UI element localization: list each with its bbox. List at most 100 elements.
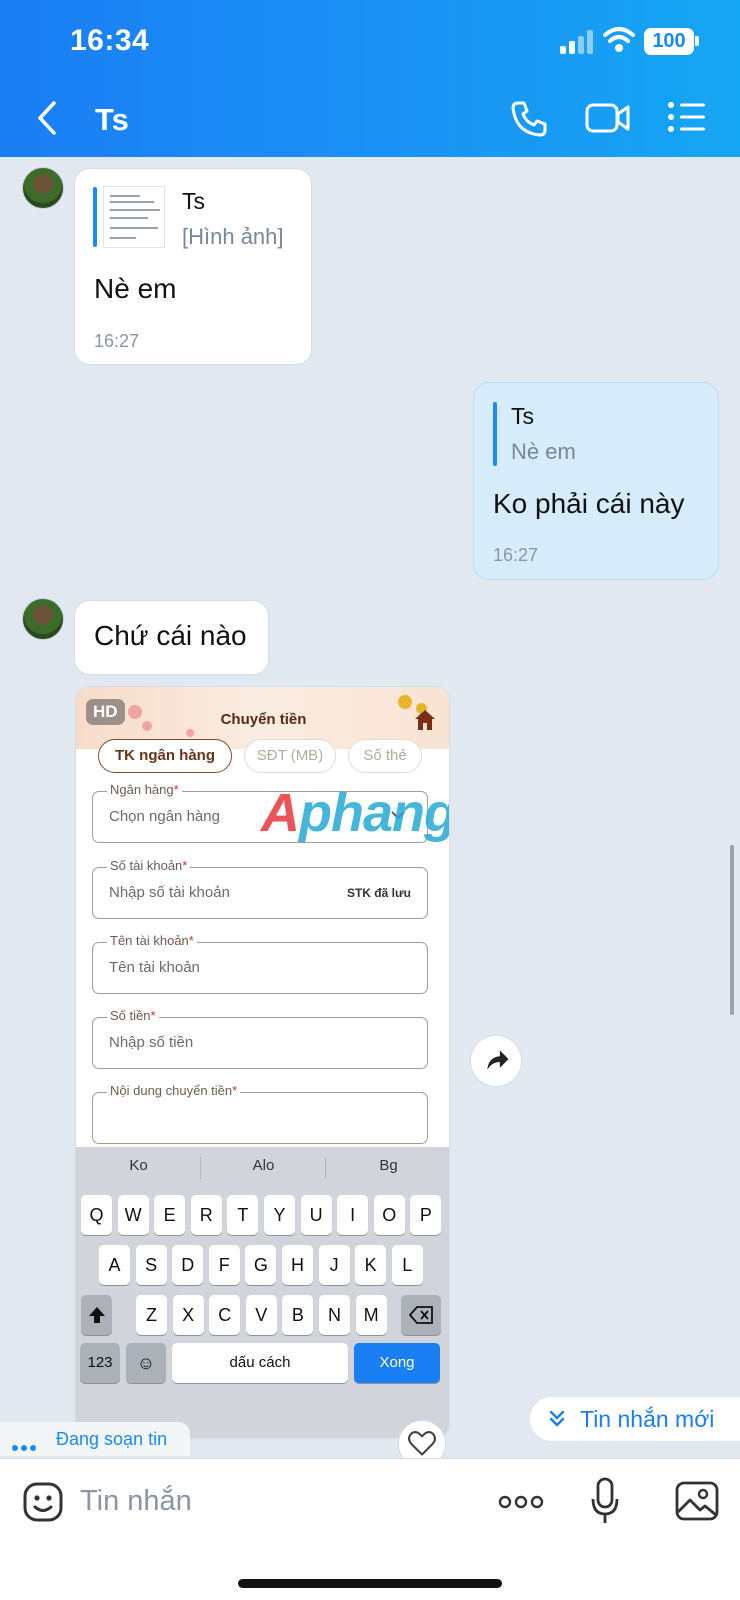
keyboard-key: Z [136,1295,167,1335]
back-icon[interactable] [36,100,58,136]
keyboard-key: M [355,1295,387,1335]
field-placeholder: Tên tài khoản [109,959,200,976]
quote-text: [Hình ảnh] [182,224,284,249]
keyboard-key: J [318,1245,350,1285]
keyboard-key: S [135,1245,167,1285]
shared-image[interactable]: H D Chuyển tiền TK ngân hàng SĐT (MB) Số … [75,686,450,1439]
message-text: Chứ cái nào [94,620,247,651]
video-call-icon[interactable] [585,102,631,134]
message-text: Nè em [94,273,177,304]
required-mark: * [188,933,194,948]
field-label: Tên tài khoản [110,933,189,948]
field-placeholder: Nhập số tài khoản [109,884,230,901]
required-mark: * [173,782,179,797]
typing-indicator: Đang soạn tin [0,1422,190,1456]
quote-bar [493,402,497,466]
space-key: dấu cách [172,1343,348,1383]
double-chevron-down-icon [549,1410,565,1427]
emoji-key: ☺ [126,1343,166,1383]
message-time: 16:27 [493,545,539,565]
transfer-note-field: Nội dung chuyển tiền* [92,1083,428,1144]
required-mark: * [150,1008,156,1023]
typing-dots-icon [12,1438,39,1456]
suggestion: Alo [252,1157,275,1174]
image-title: Chuyển tiền [220,711,307,728]
field-label: Nội dung chuyển tiền [110,1083,233,1098]
keyboard-key: W [117,1195,149,1235]
keyboard-key: X [172,1295,204,1335]
forward-button[interactable] [470,1035,522,1087]
new-messages-label: Tin nhắn mới [580,1406,715,1432]
keyboard-key: U [300,1195,332,1235]
field-placeholder: Chọn ngân hàng [109,808,220,825]
composer-bar [0,1458,740,1600]
keyboard-key: B [282,1295,314,1335]
sticker-emoji-icon[interactable] [22,1481,64,1523]
account-number-field: Số tài khoản* Nhập số tài khoản STK đã l… [92,858,428,919]
new-messages-button[interactable]: Tin nhắn mới [530,1397,740,1441]
keyboard-key: C [209,1295,241,1335]
gallery-image-icon[interactable] [675,1481,719,1521]
typing-text: Đang soạn tin [56,1429,168,1449]
battery-tip [695,36,699,46]
more-options-icon[interactable] [498,1495,544,1509]
watermark-logo: Aphang [261,783,450,843]
microphone-icon[interactable] [590,1477,620,1525]
required-mark: * [232,1083,238,1098]
avatar[interactable] [22,598,64,640]
chat-header: 16:34 100 Ts [0,0,740,157]
wifi-icon [603,27,635,52]
menu-list-icon[interactable] [668,102,706,132]
shift-key [81,1295,112,1335]
keyboard-key: N [319,1295,350,1335]
status-time: 16:34 [70,24,150,57]
keyboard-key: I [337,1195,369,1235]
home-icon [415,710,435,730]
backspace-key [401,1295,441,1335]
home-indicator [238,1579,502,1588]
keyboard-key: T [227,1195,259,1235]
battery-indicator: 100 [644,28,694,55]
quote-sender: Ts [182,188,205,214]
amount-field: Số tiền* Nhập số tiền [92,1008,428,1069]
keyboard-key: O [373,1195,405,1235]
keyboard-key: H [282,1245,313,1285]
tab-bank-account: TK ngân hàng [98,739,232,773]
quote-text: Nè em [511,439,576,464]
keyboard-key: L [391,1245,423,1285]
quote-sender: Ts [511,403,534,429]
keyboard-key: Y [264,1195,295,1235]
scrollbar[interactable] [730,845,734,1015]
phone-icon[interactable] [510,100,548,138]
keyboard-key: K [355,1245,387,1285]
saved-account-label: STK đã lưu [346,886,411,900]
quoted-image-thumbnail [103,186,165,248]
numbers-key: 123 [80,1343,120,1383]
keyboard-key: R [190,1195,222,1235]
keyboard-key: E [154,1195,186,1235]
message-text: Ko phải cái này [493,488,685,519]
keyboard-key: G [245,1245,277,1285]
keyboard-key: P [410,1195,442,1235]
field-label: Số tài khoản [110,858,183,873]
keyboard-key: V [245,1295,277,1335]
message-input[interactable] [80,1479,460,1523]
chat-title[interactable]: Ts [95,102,129,138]
field-label: Số tiền [110,1008,151,1023]
signal-icon [560,30,596,54]
done-key: Xong [354,1343,440,1383]
required-mark: * [182,858,188,873]
keyboard-key: Q [81,1195,112,1235]
suggestion: Bg [379,1157,398,1174]
tab-card: Số thẻ [348,739,422,773]
suggestion: Ko [129,1157,148,1174]
keyboard-key: A [99,1245,130,1285]
keyboard-key: D [172,1245,204,1285]
account-name-field: Tên tài khoản* Tên tài khoản [92,933,428,994]
quote-bar [93,187,97,247]
tab-phone: SĐT (MB) [244,739,336,773]
avatar[interactable] [22,167,64,209]
field-placeholder: Nhập số tiền [109,1034,194,1051]
field-label: Ngân hàng [110,782,174,797]
keyboard-image: Ko Alo Bg QWERTYUIOP ASDFGHJKL ZXCVBNM 123… [76,1147,449,1438]
